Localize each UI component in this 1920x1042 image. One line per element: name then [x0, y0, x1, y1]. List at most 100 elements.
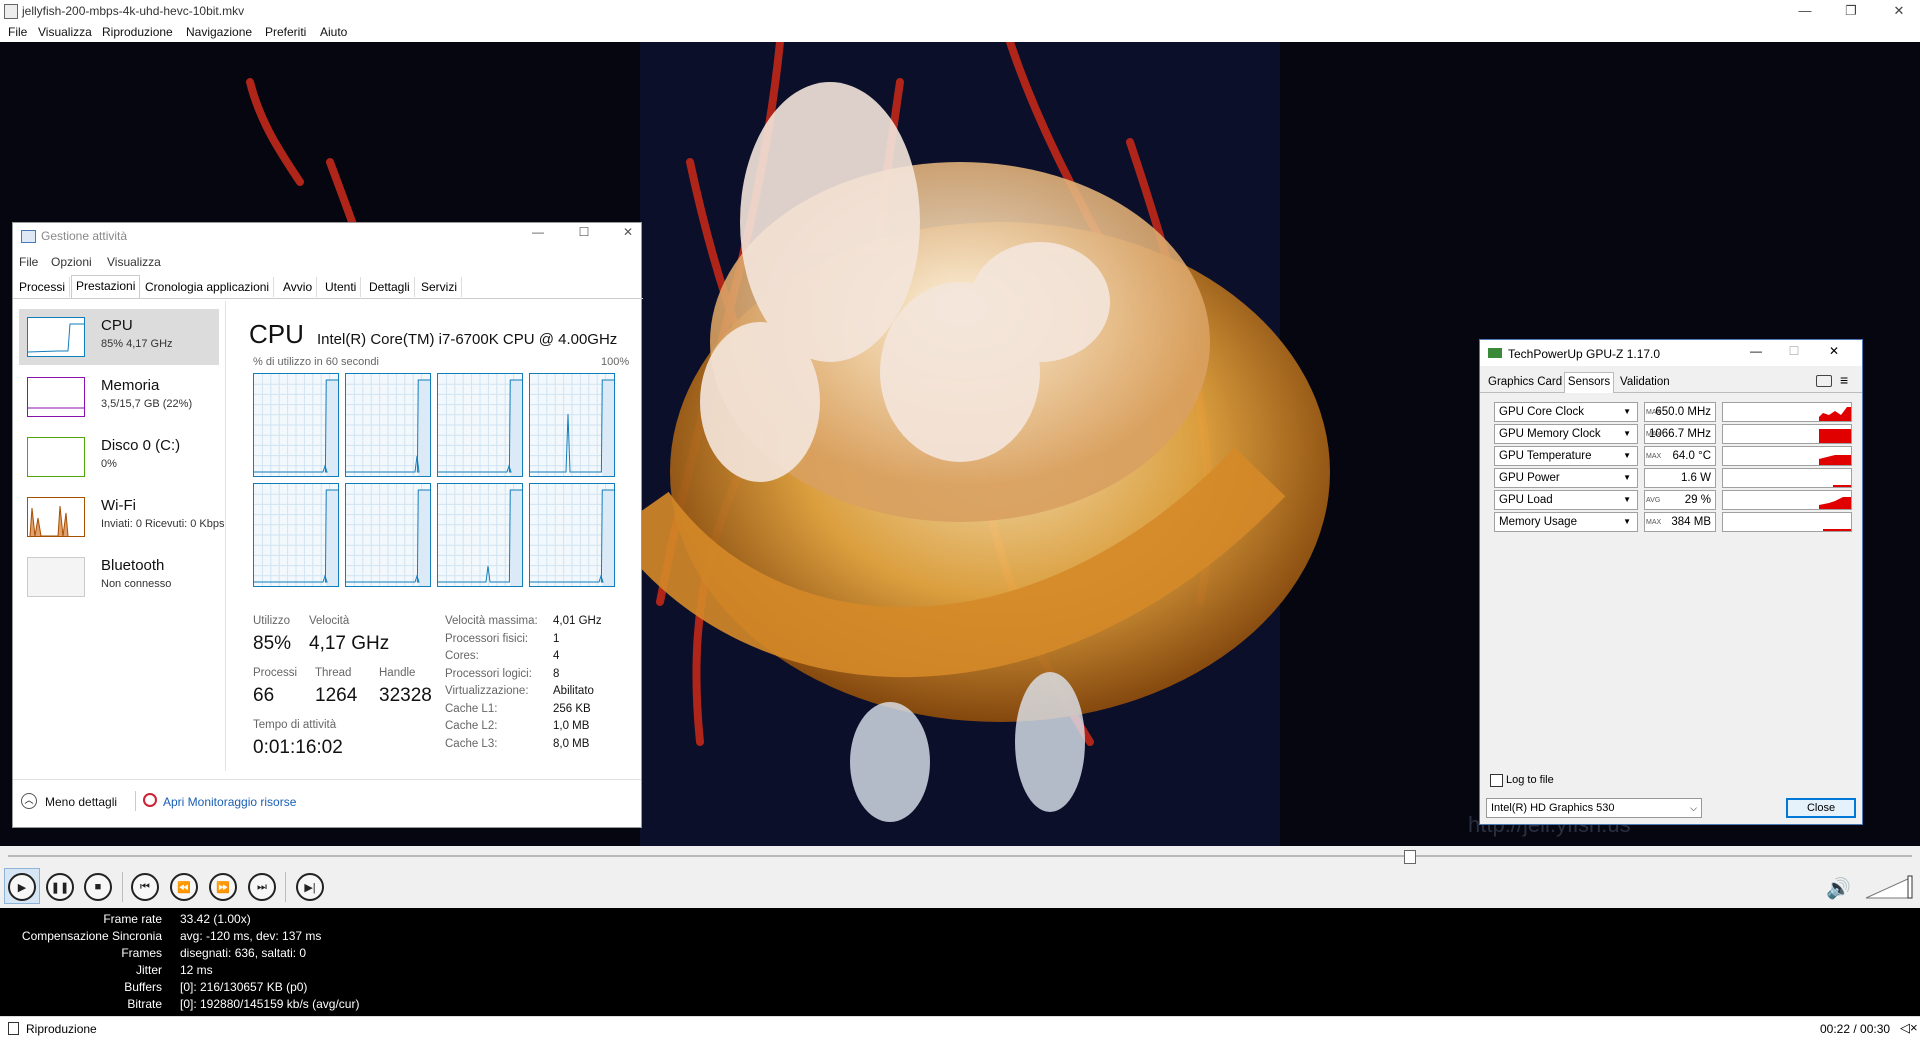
sensor-graph: [1722, 490, 1852, 510]
less-details-link[interactable]: Meno dettagli: [45, 795, 117, 809]
sensor-graph: [1722, 402, 1852, 422]
camera-icon[interactable]: [1816, 375, 1832, 387]
sensor-name[interactable]: Memory Usage ▼: [1494, 512, 1638, 532]
sensor-tag: AVG: [1646, 497, 1661, 504]
restore-button[interactable]: ❐: [1836, 2, 1866, 20]
dropdown-arrow-icon: ▼: [1623, 473, 1631, 482]
seek-bar[interactable]: [8, 855, 1912, 857]
previous-icon[interactable]: ⏮: [131, 873, 159, 901]
tab-avvio[interactable]: Avvio: [279, 277, 318, 297]
play-icon[interactable]: ▶: [8, 873, 36, 901]
volume-slider[interactable]: [1864, 872, 1914, 900]
menu-navigazione[interactable]: Navigazione: [186, 25, 252, 39]
thread-label: Thread: [315, 667, 352, 679]
stat-label: Jitter: [135, 963, 162, 977]
sensor-name[interactable]: GPU Temperature ▼: [1494, 446, 1638, 466]
cpu-core-graph: [529, 373, 615, 477]
tab-graphics-card[interactable]: Graphics Card: [1488, 376, 1562, 388]
gpu-select[interactable]: Intel(R) HD Graphics 530 ⌵: [1486, 798, 1702, 818]
stop-icon[interactable]: ■: [84, 873, 112, 901]
sensor-name[interactable]: GPU Memory Clock ▼: [1494, 424, 1638, 444]
tab-dettagli[interactable]: Dettagli: [365, 277, 415, 297]
close-button[interactable]: ✕: [1884, 2, 1914, 20]
velocita-value: 4,17 GHz: [309, 633, 390, 654]
tab-processi[interactable]: Processi: [15, 277, 71, 297]
tab-prestazioni[interactable]: Prestazioni: [71, 275, 141, 298]
tm-menu-opzioni[interactable]: Opzioni: [51, 255, 92, 269]
tm-maximize-button[interactable]: ☐: [569, 225, 599, 239]
sidebar-item-bluetooth[interactable]: Bluetooth Non connesso: [19, 549, 219, 605]
tm-menu-file[interactable]: File: [19, 255, 38, 269]
menu-file[interactable]: File: [8, 25, 27, 39]
sidebar-item-label: Wi-Fi: [101, 497, 136, 514]
tab-servizi[interactable]: Servizi: [417, 277, 463, 297]
rewind-icon[interactable]: ⏪: [170, 873, 198, 901]
minimize-button[interactable]: —: [1790, 2, 1820, 20]
dropdown-arrow-icon: ▼: [1623, 517, 1631, 526]
uptime-value: 0:01:16:02: [253, 737, 343, 758]
gpuz-maximize-button[interactable]: ☐: [1780, 344, 1808, 358]
sensor-row: Memory Usage ▼ MAX 384 MB: [1494, 512, 1874, 532]
volume-icon[interactable]: 🔊: [1826, 876, 1851, 901]
sensor-name[interactable]: GPU Power ▼: [1494, 468, 1638, 488]
hamburger-menu-icon[interactable]: ≡: [1840, 372, 1848, 388]
detail-label: Velocità massima:: [445, 615, 538, 627]
memory-thumbnail-graph: [27, 377, 85, 417]
fast-forward-icon[interactable]: ⏩: [209, 873, 237, 901]
tab-sensors[interactable]: Sensors: [1564, 372, 1614, 393]
tm-close-button[interactable]: ✕: [613, 225, 643, 239]
detail-value: 4: [553, 650, 560, 662]
log-to-file-label: Log to file: [1506, 774, 1554, 786]
detail-value: Abilitato: [553, 685, 594, 697]
cpu-core-graph: [345, 483, 431, 587]
sensor-row: GPU Core Clock ▼ MAX 650.0 MHz: [1494, 402, 1874, 422]
pause-icon[interactable]: ❚❚: [46, 873, 74, 901]
gpu-select-value: Intel(R) HD Graphics 530: [1491, 802, 1615, 814]
stat-label: Bitrate: [127, 997, 162, 1011]
menu-riproduzione[interactable]: Riproduzione: [102, 25, 173, 39]
gpuz-close-x-button[interactable]: ✕: [1820, 344, 1848, 358]
sensor-graph: [1722, 446, 1852, 466]
playback-controls: [0, 866, 1920, 909]
menu-visualizza[interactable]: Visualizza: [38, 25, 92, 39]
dropdown-arrow-icon: ▼: [1623, 451, 1631, 460]
sidebar-item-sub: Non connesso: [101, 578, 172, 590]
cpu-core-graph: [529, 483, 615, 587]
sensor-name[interactable]: GPU Load ▼: [1494, 490, 1638, 510]
graph-max-label: 100%: [601, 356, 630, 368]
resource-monitor-link[interactable]: Apri Monitoraggio risorse: [163, 795, 296, 809]
menu-preferiti[interactable]: Preferiti: [265, 25, 306, 39]
close-button[interactable]: Close: [1786, 798, 1856, 818]
dropdown-arrow-icon: ▼: [1623, 407, 1631, 416]
tab-cronologia[interactable]: Cronologia applicazioni: [141, 277, 275, 297]
frame-step-icon[interactable]: ▶|: [296, 873, 324, 901]
chevron-up-icon[interactable]: ︿: [21, 793, 37, 809]
menu-aiuto[interactable]: Aiuto: [320, 25, 347, 39]
velocita-label: Velocità: [309, 615, 350, 627]
sensor-tag: MAX: [1646, 519, 1662, 526]
dropdown-arrow-icon: ▼: [1623, 429, 1631, 438]
tab-utenti[interactable]: Utenti: [321, 277, 362, 297]
cpu-core-graph: [253, 373, 339, 477]
utilizzo-value: 85%: [253, 633, 292, 654]
tm-minimize-button[interactable]: —: [523, 225, 553, 239]
gpuz-minimize-button[interactable]: —: [1742, 344, 1770, 358]
sidebar-item-wifi[interactable]: Wi-Fi Inviati: 0 Ricevuti: 0 Kbps: [19, 489, 225, 545]
sidebar-item-memoria[interactable]: Memoria 3,5/15,7 GB (22%): [19, 369, 219, 425]
processi-value: 66: [253, 685, 275, 706]
footer-separator: [135, 791, 136, 811]
sensor-name[interactable]: GPU Core Clock ▼: [1494, 402, 1638, 422]
speaker-icon[interactable]: ◁×: [1900, 1020, 1918, 1036]
gpuz-title: TechPowerUp GPU-Z 1.17.0: [1508, 347, 1661, 361]
thread-value: 1264: [315, 685, 358, 706]
log-to-file-checkbox[interactable]: [1490, 774, 1503, 787]
stat-value: avg: -120 ms, dev: 137 ms: [180, 929, 322, 943]
next-icon[interactable]: ⏭: [248, 873, 276, 901]
detail-value: 8,0 MB: [553, 737, 590, 750]
seek-thumb[interactable]: [1404, 850, 1416, 864]
tm-menu-visualizza[interactable]: Visualizza: [107, 255, 161, 269]
sidebar-item-cpu[interactable]: CPU 85% 4,17 GHz: [19, 309, 219, 365]
sidebar-item-disco[interactable]: Disco 0 (C:) 0%: [19, 429, 219, 485]
tab-validation[interactable]: Validation: [1620, 376, 1670, 388]
cpu-heading: CPU: [249, 319, 304, 349]
